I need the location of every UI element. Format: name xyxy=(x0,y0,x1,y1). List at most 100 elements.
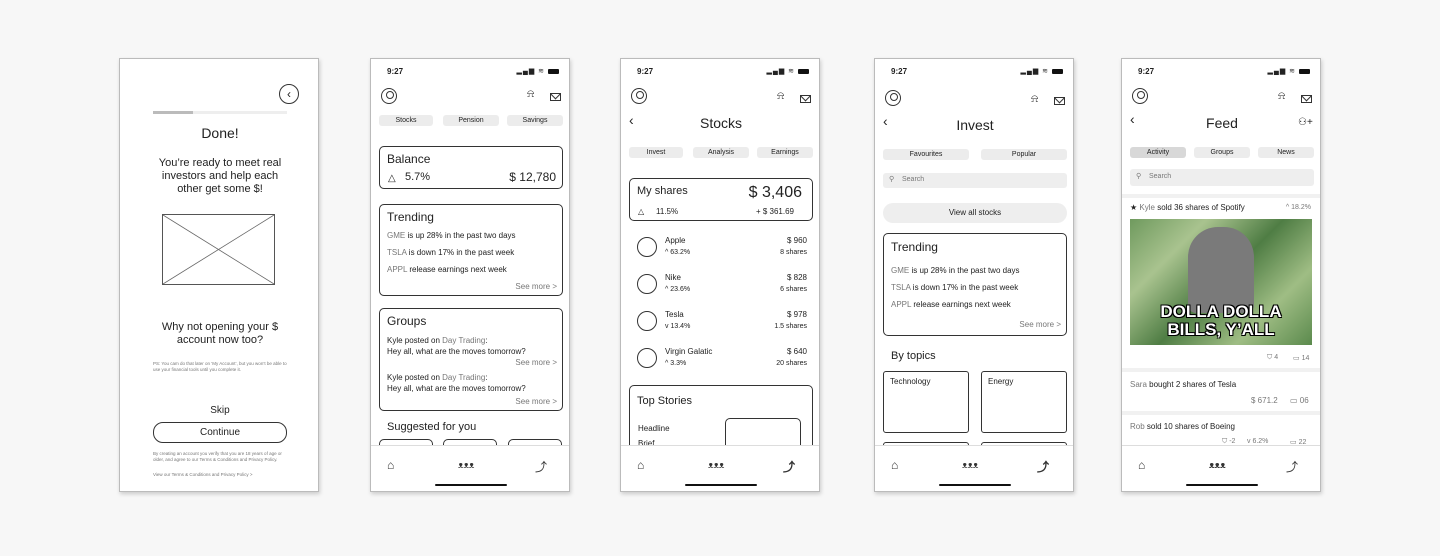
my-shares-card[interactable]: My shares $ 3,406 △ 11.5% + $ 361.69 xyxy=(629,178,813,221)
progress-bar xyxy=(153,111,287,114)
bell-icon[interactable]: ⍾ xyxy=(1278,90,1285,103)
page-title: Done! xyxy=(201,125,239,141)
image-placeholder xyxy=(162,214,275,285)
trending-text: release earnings next week xyxy=(407,265,507,274)
trending-item[interactable]: GME is up 28% in the past two days xyxy=(387,231,516,240)
see-more-link[interactable]: See more > xyxy=(515,397,557,406)
post-comments[interactable]: ▭ 14 xyxy=(1293,354,1309,362)
see-more-link[interactable]: See more > xyxy=(515,282,557,291)
continue-button[interactable]: Continue xyxy=(153,422,287,443)
see-more-link[interactable]: See more > xyxy=(515,358,557,367)
feed-post[interactable]: Sara bought 2 shares of Tesla xyxy=(1130,380,1236,389)
post-gif[interactable]: DOLLA DOLLA BILLS, Y’ALL xyxy=(1130,219,1312,345)
search-input[interactable]: ⚲ Search xyxy=(883,173,1067,188)
page-title: Stocks xyxy=(699,115,742,131)
trending-text: is down 17% in the past week xyxy=(406,248,515,257)
community-icon[interactable]: ᴥᴥᴥ xyxy=(962,460,978,470)
trending-item[interactable]: GME is up 28% in the past two days xyxy=(891,266,1020,275)
bell-icon[interactable]: ⍾ xyxy=(777,90,784,103)
trending-text: release earnings next week xyxy=(911,300,1011,309)
tab-popular[interactable]: Popular xyxy=(981,149,1067,160)
home-indicator xyxy=(435,484,507,486)
bottom-nav: ⌂ ᴥᴥᴥ ⤴ xyxy=(371,445,569,491)
back-button[interactable]: ‹ xyxy=(279,84,299,104)
see-more-link[interactable]: See more > xyxy=(1019,320,1061,329)
trending-item[interactable]: APPL release earnings next week xyxy=(891,300,1011,309)
tab-groups[interactable]: Groups xyxy=(1194,147,1250,158)
stock-change-value: 3.3% xyxy=(670,360,687,367)
legal-text: By creating an account you verify that y… xyxy=(153,451,282,462)
mail-icon[interactable] xyxy=(1054,97,1065,105)
post-colon: : xyxy=(485,373,488,382)
post-comments[interactable]: ▭ 06 xyxy=(1290,396,1309,405)
story-headline[interactable]: Headline xyxy=(638,424,670,433)
trend-icon[interactable]: ⤴ xyxy=(783,458,795,475)
bell-icon[interactable]: ⍾ xyxy=(527,88,534,101)
search-input[interactable]: ⚲ Search xyxy=(1130,169,1314,186)
tab-savings[interactable]: Savings xyxy=(507,115,563,126)
avatar[interactable] xyxy=(1132,88,1148,104)
home-icon[interactable]: ⌂ xyxy=(891,458,898,472)
home-icon[interactable]: ⌂ xyxy=(637,458,644,472)
tab-favourites[interactable]: Favourites xyxy=(883,149,969,160)
tab-news[interactable]: News xyxy=(1258,147,1314,158)
post-text: sold 36 shares of Spotify xyxy=(1154,203,1245,212)
status-time: 9:27 xyxy=(1138,67,1155,76)
trend-icon[interactable]: ⤴ xyxy=(1286,458,1298,475)
stock-shares: 20 shares xyxy=(776,360,807,367)
post-user: Kyle xyxy=(1139,203,1155,212)
community-icon[interactable]: ᴥᴥᴥ xyxy=(458,460,474,470)
tab-analysis[interactable]: Analysis xyxy=(693,147,749,158)
stock-name: Virgin Galatic xyxy=(665,347,713,356)
tab-invest[interactable]: Invest xyxy=(629,147,683,158)
stock-row[interactable]: Virgin Galatic ^ 3.3% $ 640 20 shares xyxy=(637,346,807,372)
balance-value: $ 12,780 xyxy=(509,170,556,184)
topic-card-energy[interactable]: Energy xyxy=(981,371,1067,433)
view-all-stocks-button[interactable]: View all stocks xyxy=(883,203,1067,223)
trending-item[interactable]: TSLA is down 17% in the past week xyxy=(891,283,1018,292)
stock-row[interactable]: Nike ^ 23.6% $ 828 6 shares xyxy=(637,272,807,298)
post-mid: posted on xyxy=(402,373,443,382)
stock-row[interactable]: Apple ^ 63.2% $ 960 8 shares xyxy=(637,235,807,261)
community-icon[interactable]: ᴥᴥᴥ xyxy=(708,460,724,470)
trending-item[interactable]: APPL release earnings next week xyxy=(387,265,507,274)
home-icon[interactable]: ⌂ xyxy=(387,458,394,472)
post-likes[interactable]: ⛉ 4 xyxy=(1267,354,1278,362)
skip-button[interactable]: Skip xyxy=(120,405,318,416)
group-post[interactable]: Kyle posted on Day Trading: Hey all, wha… xyxy=(387,335,559,357)
trending-item[interactable]: TSLA is down 17% in the past week xyxy=(387,248,514,257)
likes-count: -2 xyxy=(1229,438,1236,445)
topic-card-technology[interactable]: Technology xyxy=(883,371,969,433)
trend-icon[interactable]: ⤴ xyxy=(1037,458,1049,475)
tab-stocks[interactable]: Stocks xyxy=(379,115,433,126)
avatar[interactable] xyxy=(381,88,397,104)
divider xyxy=(1122,194,1320,198)
tab-earnings[interactable]: Earnings xyxy=(757,147,813,158)
add-friend-icon[interactable]: ⚇+ xyxy=(1298,117,1313,128)
balance-card[interactable]: Balance △ 5.7% $ 12,780 xyxy=(379,146,563,189)
trending-card[interactable]: Trending GME is up 28% in the past two d… xyxy=(379,204,563,296)
mail-icon[interactable] xyxy=(1301,95,1312,103)
home-icon[interactable]: ⌂ xyxy=(1138,458,1145,472)
account-question: Why not opening your $ account now too? xyxy=(161,321,279,346)
group-post[interactable]: Kyle posted on Day Trading: Hey all, wha… xyxy=(387,372,559,394)
groups-card[interactable]: Groups Kyle posted on Day Trading: Hey a… xyxy=(379,308,563,411)
stock-price: $ 828 xyxy=(786,273,807,282)
trending-card[interactable]: Trending GME is up 28% in the past two d… xyxy=(883,233,1067,336)
avatar[interactable] xyxy=(631,88,647,104)
stock-row[interactable]: Tesla v 13.4% $ 978 1.5 shares xyxy=(637,309,807,335)
feed-post[interactable]: Rob sold 10 shares of Boeing xyxy=(1130,422,1235,431)
bell-icon[interactable]: ⍾ xyxy=(1031,93,1038,106)
tab-pension[interactable]: Pension xyxy=(443,115,499,126)
post-pct: v 6.2% xyxy=(1247,438,1268,445)
up-triangle-icon: △ xyxy=(638,207,645,216)
topic-label: Energy xyxy=(988,377,1014,386)
search-placeholder: Search xyxy=(1149,173,1172,180)
mail-icon[interactable] xyxy=(800,95,811,103)
tab-activity[interactable]: Activity xyxy=(1130,147,1186,158)
mail-icon[interactable] xyxy=(550,93,561,101)
trend-icon[interactable]: ⤴ xyxy=(535,458,547,475)
avatar[interactable] xyxy=(885,90,901,106)
legal-link[interactable]: View our Terms & Conditions and Privacy … xyxy=(153,472,293,477)
community-icon[interactable]: ᴥᴥᴥ xyxy=(1209,460,1226,470)
